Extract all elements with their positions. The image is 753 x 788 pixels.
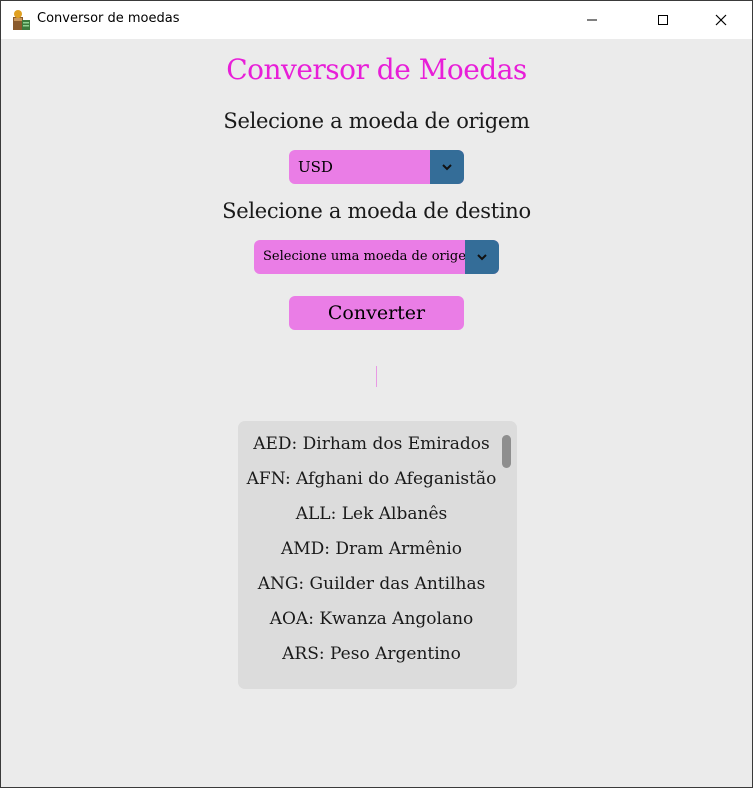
list-item[interactable]: ARS: Peso Argentino [238,644,505,664]
destination-currency-label: Selecione a moeda de destino [222,199,531,223]
list-item[interactable]: ALL: Lek Albanês [238,504,505,524]
list-item[interactable]: AED: Dirham dos Emirados [238,434,505,454]
convert-button[interactable]: Converter [289,296,464,330]
list-item[interactable]: ANG: Guilder das Antilhas [238,574,505,594]
destination-currency-dropdown[interactable]: Selecione uma moeda de origem [254,240,499,274]
list-item[interactable]: AOA: Kwanza Angolano [238,609,505,629]
chevron-down-icon [477,254,487,261]
list-item[interactable]: AMD: Dram Armênio [238,539,505,559]
destination-currency-value: Selecione uma moeda de origem [263,249,479,264]
maximize-button[interactable] [640,1,686,39]
list-item[interactable]: AFN: Afghani do Afeganistão [238,469,505,489]
dropdown-arrow-button[interactable] [430,150,464,184]
chevron-down-icon [442,164,452,171]
window-title: Conversor de moedas [37,11,180,26]
minimize-icon [587,19,597,21]
close-icon [715,14,727,26]
result-label [376,366,377,387]
close-button[interactable] [698,1,744,39]
origin-currency-value: USD [298,158,333,176]
origin-currency-label: Selecione a moeda de origem [223,109,530,133]
scrollbar-thumb[interactable] [502,435,511,468]
app-window: Conversor de moedas Conversor de Moedas … [0,0,753,788]
app-icon [11,9,31,31]
title-bar: Conversor de moedas [1,1,752,39]
minimize-button[interactable] [569,1,615,39]
main-content: Conversor de Moedas Selecione a moeda de… [1,39,752,787]
page-title: Conversor de Moedas [226,53,527,86]
currency-list[interactable]: AED: Dirham dos Emirados AFN: Afghani do… [238,421,517,689]
maximize-icon [658,15,668,25]
dropdown-arrow-button[interactable] [465,240,499,274]
origin-currency-dropdown[interactable]: USD [289,150,464,184]
